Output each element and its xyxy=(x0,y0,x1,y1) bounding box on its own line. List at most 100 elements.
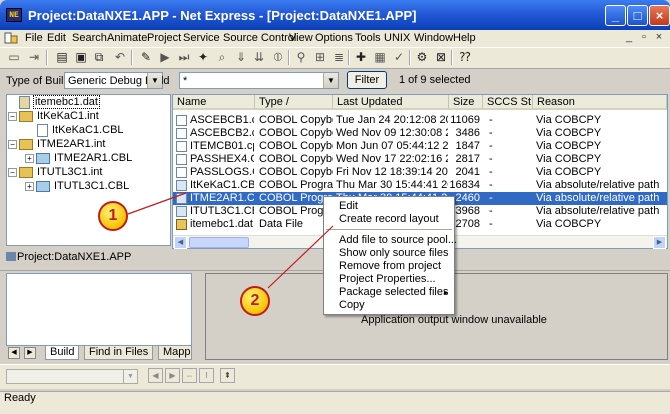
column-header-last-updated[interactable]: Last Updated xyxy=(333,95,449,110)
compile-icon[interactable]: ✓ xyxy=(391,49,407,65)
menu-view[interactable]: View xyxy=(289,32,313,44)
menu-tools[interactable]: Tools xyxy=(355,32,381,44)
chevron-down-icon[interactable]: ▼ xyxy=(323,73,338,88)
filter-value: * xyxy=(183,75,188,87)
table-row[interactable]: ITEMCB01.cpy COBOL CopybookMon Jun 07 05:… xyxy=(173,140,667,153)
chevron-down-icon[interactable]: ▼ xyxy=(123,370,137,383)
tab-scroll-right-icon[interactable]: ▶ xyxy=(24,347,36,359)
chevron-down-icon[interactable]: ▼ xyxy=(147,73,162,88)
ctx-item-project-properties[interactable]: Project Properties... xyxy=(339,273,436,285)
split-icon[interactable]: ⇔ xyxy=(182,368,197,383)
tab-find-in-files[interactable]: Find in Files xyxy=(84,346,154,360)
scrollbar-thumb[interactable] xyxy=(189,237,249,248)
save-icon[interactable]: ▣ xyxy=(73,49,89,65)
tree-item-itutl3c1-cbl[interactable]: + ITUTL3C1.CBL xyxy=(25,179,170,193)
rebuild-icon[interactable]: ▦ xyxy=(372,49,388,65)
context-help-icon[interactable]: ⁇ xyxy=(457,49,473,65)
tree-item-itkekac1-cbl[interactable]: ItKeKaC1.CBL xyxy=(37,123,170,137)
step-over-icon[interactable]: ⇊ xyxy=(251,49,267,65)
open-icon[interactable]: ⇥ xyxy=(26,49,42,65)
menu-search[interactable]: Search xyxy=(72,32,107,44)
minimize-button[interactable]: _ xyxy=(605,5,626,26)
tree-item-itme2ar1-cbl[interactable]: + ITME2AR1.CBL xyxy=(25,151,170,165)
tree-item-itme2ar1-int[interactable]: − ITME2AR1.int xyxy=(8,137,170,151)
column-header-size[interactable]: Size xyxy=(449,95,483,110)
save-all-icon[interactable]: ⧉ xyxy=(91,49,107,65)
animate-icon[interactable]: ✎ xyxy=(138,49,154,65)
next-icon[interactable]: ▶ xyxy=(165,368,180,383)
previous-icon[interactable]: ◀ xyxy=(148,368,163,383)
scroll-right-icon[interactable]: ▶ xyxy=(653,236,666,249)
bottom-select[interactable]: ▼ xyxy=(6,369,138,384)
filter-select[interactable]: * ▼ xyxy=(179,72,339,89)
menu-service[interactable]: Service xyxy=(183,32,220,44)
tree-item-itkekac1-int[interactable]: − ItKeKaC1.int xyxy=(8,109,170,123)
mdi-restore-button[interactable]: ▫ xyxy=(637,31,651,44)
ctx-item-package-selected-files[interactable]: Package selected files xyxy=(339,286,448,298)
zoom-icon[interactable]: ⌕ xyxy=(214,49,230,65)
menu-unix[interactable]: UNIX xyxy=(384,32,410,44)
column-header-type[interactable]: Type / xyxy=(255,95,333,110)
tab-scroll-left-icon[interactable]: ◀ xyxy=(8,347,20,359)
mdi-minimize-button[interactable]: _ xyxy=(622,31,636,44)
collapse-icon[interactable]: − xyxy=(8,139,17,149)
monitor-icon[interactable]: ⊞ xyxy=(312,49,328,65)
net-express-app-icon[interactable]: NE xyxy=(6,8,22,22)
step-icon[interactable]: ⏭ xyxy=(176,49,192,65)
column-header-name[interactable]: Name xyxy=(173,95,255,110)
tree-item-itemebc1-dat[interactable]: itemebc1.dat xyxy=(19,95,170,109)
project-tree[interactable]: itemebc1.dat − ItKeKaC1.int ItKeKaC1.CBL… xyxy=(6,94,171,246)
new-icon[interactable]: ▭ xyxy=(6,49,22,65)
menu-project[interactable]: Project xyxy=(147,32,181,44)
collapse-icon[interactable]: − xyxy=(8,167,17,177)
menu-help[interactable]: Help xyxy=(453,32,476,44)
ctx-item-create-record-layout[interactable]: Create record layout xyxy=(339,213,439,225)
menu-window[interactable]: Window xyxy=(414,32,453,44)
tab-build[interactable]: Build xyxy=(45,346,80,360)
breakpoint-icon[interactable]: ⦶ xyxy=(270,49,286,65)
mdi-close-button[interactable]: × xyxy=(652,31,666,44)
expand-icon[interactable]: + xyxy=(25,181,34,191)
ctx-item-remove-from-project[interactable]: Remove from project xyxy=(339,260,441,272)
tab-mapper[interactable]: Mappe xyxy=(158,346,192,360)
open-folder-icon[interactable]: ▤ xyxy=(54,49,70,65)
column-header-sccs-status[interactable]: SCCS St... xyxy=(483,95,533,110)
list-icon[interactable]: ≣ xyxy=(331,49,347,65)
maximize-button[interactable]: □ xyxy=(627,5,648,26)
dialog-system-icon[interactable]: ⚙ xyxy=(414,49,430,65)
table-row[interactable]: ASCEBCB1.cpy COBOL CopybookTue Jan 24 20:… xyxy=(173,114,667,127)
menu-source-control[interactable]: Source Control xyxy=(223,32,296,44)
table-row[interactable]: PASSLOGS.CPY COBOL CopybookFri Nov 12 18:… xyxy=(173,166,667,179)
menu-options[interactable]: Options xyxy=(315,32,353,44)
column-header-reason[interactable]: Reason xyxy=(533,95,667,110)
ctx-item-show-only-source-files[interactable]: Show only source files xyxy=(339,247,448,259)
run-to-cursor-icon[interactable]: ✦ xyxy=(195,49,211,65)
table-row[interactable]: ASCEBCB2.cpy COBOL CopybookWed Nov 09 12:… xyxy=(173,127,667,140)
ctx-item-edit[interactable]: Edit xyxy=(339,200,358,212)
undo-icon[interactable]: ↶ xyxy=(112,49,128,65)
menu-animate[interactable]: Animate xyxy=(107,32,147,44)
cell-sccs-status: - xyxy=(489,153,493,165)
table-row[interactable]: PASSHEX4.CPY COBOL CopybookWed Nov 17 22:… xyxy=(173,153,667,166)
filter-button[interactable]: Filter xyxy=(347,71,387,89)
type-of-build-select[interactable]: Generic Debug Build ▼ xyxy=(64,72,170,89)
screens-icon[interactable]: ⊠ xyxy=(433,49,449,65)
scroll-left-icon[interactable]: ◀ xyxy=(174,236,187,249)
run-icon[interactable]: ▶ xyxy=(157,49,173,65)
ctx-item-copy[interactable]: Copy xyxy=(339,299,365,311)
expand-icon[interactable]: + xyxy=(25,153,34,163)
ctx-item-add-file-to-source-pool[interactable]: Add file to source pool... xyxy=(339,234,457,246)
collapse-icon[interactable]: − xyxy=(8,111,17,121)
menu-file[interactable]: File xyxy=(25,32,43,44)
text-cursor-icon[interactable]: I xyxy=(199,368,214,383)
cell-type: COBOL Program xyxy=(259,179,333,191)
watch-icon[interactable]: ⚲ xyxy=(293,49,309,65)
check-syntax-icon[interactable]: ✚ xyxy=(353,49,369,65)
project-document-icon[interactable] xyxy=(4,32,18,44)
close-button[interactable]: × xyxy=(649,5,670,26)
pin-icon[interactable]: ⇞ xyxy=(220,368,235,383)
step-into-icon[interactable]: ⇓ xyxy=(233,49,249,65)
table-row[interactable]: ItKeKaC1.CBL COBOL ProgramThu Mar 30 15:4… xyxy=(173,179,667,192)
menu-edit[interactable]: Edit xyxy=(47,32,66,44)
tree-item-itutl3c1-int[interactable]: − ITUTL3C1.int xyxy=(8,165,170,179)
